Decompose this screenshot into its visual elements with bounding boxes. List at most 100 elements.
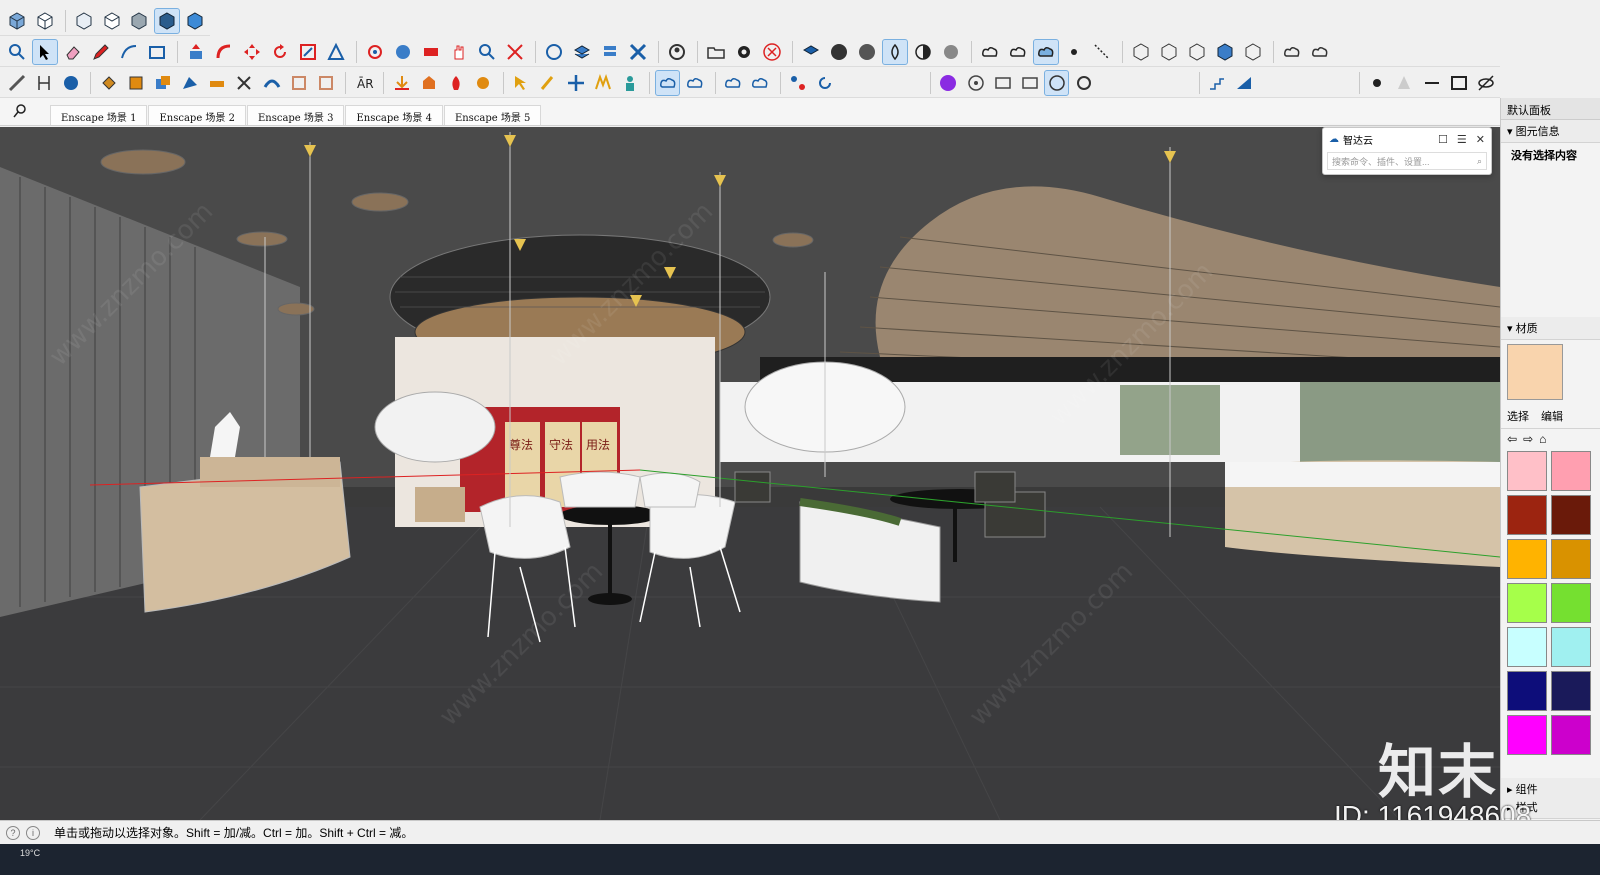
move-icon[interactable] (239, 39, 265, 65)
model-viewport[interactable]: 尊法 守法 用法 www.znzmo.com www.znzmo.com www… (0, 127, 1500, 820)
info-icon[interactable]: i (26, 825, 40, 840)
pencil-icon[interactable] (88, 39, 114, 65)
stack-icon[interactable] (597, 39, 623, 65)
material-swatch[interactable] (1507, 451, 1547, 491)
layers-icon[interactable] (569, 39, 595, 65)
tab-select[interactable]: 选择 (1507, 408, 1529, 424)
dimension-icon[interactable] (31, 70, 56, 96)
molecule-icon[interactable] (786, 70, 811, 96)
scene-tab-5[interactable]: Enscape 场景 5 (443, 105, 542, 125)
tape-measure-icon[interactable] (4, 70, 29, 96)
hex-a-icon[interactable] (1128, 39, 1154, 65)
render-icon[interactable] (1017, 70, 1042, 96)
rotate-icon[interactable] (267, 39, 293, 65)
drop-icon[interactable] (882, 38, 908, 65)
cube-textured-icon[interactable] (154, 7, 181, 34)
close-icon[interactable]: ✕ (1476, 133, 1485, 146)
hatch-icon[interactable] (938, 39, 964, 65)
popup-search-input[interactable]: 搜索命令、插件、设置... ⌕ (1327, 152, 1487, 170)
person-icon[interactable] (617, 70, 642, 96)
cloud-d-icon[interactable] (748, 70, 773, 96)
user-icon[interactable] (664, 39, 690, 65)
axes-icon[interactable] (58, 70, 83, 96)
cube-outline-icon[interactable] (71, 8, 97, 34)
cross-move-icon[interactable] (563, 70, 588, 96)
video-icon[interactable] (990, 70, 1015, 96)
select-icon[interactable] (32, 38, 58, 65)
orbit-icon[interactable] (362, 39, 388, 65)
settings-icon[interactable] (1071, 70, 1096, 96)
seventyfive-icon[interactable] (854, 39, 880, 65)
export-icon[interactable] (416, 70, 441, 96)
eraser-icon[interactable] (60, 39, 86, 65)
fifty-icon[interactable] (826, 39, 852, 65)
timer-icon[interactable] (1044, 69, 1070, 96)
cloud-c-icon[interactable] (721, 70, 746, 96)
component-box-icon[interactable] (123, 70, 148, 96)
hex-d-icon[interactable] (1212, 39, 1238, 65)
cube-shaded-icon[interactable] (126, 8, 152, 34)
curve-a-icon[interactable] (286, 70, 311, 96)
cube-icon[interactable] (4, 8, 30, 34)
target-icon[interactable] (963, 70, 988, 96)
scale-icon[interactable] (295, 39, 321, 65)
flame-icon[interactable] (444, 70, 469, 96)
material-swatch[interactable] (1507, 671, 1547, 711)
back-icon[interactable]: ⇦ (1507, 432, 1517, 446)
window-icon[interactable] (1446, 70, 1471, 96)
cogs-icon[interactable] (471, 70, 496, 96)
mirror-icon[interactable] (590, 70, 615, 96)
line-tool-icon[interactable] (1419, 70, 1444, 96)
folder-icon[interactable] (703, 39, 729, 65)
material-swatch[interactable] (1507, 495, 1547, 535)
scene-tab-1[interactable]: Enscape 场景 1 (50, 105, 148, 125)
current-material-swatch[interactable] (1507, 344, 1563, 400)
cube-hidden-icon[interactable] (99, 8, 125, 34)
warehouse-icon[interactable] (541, 39, 567, 65)
hide-icon[interactable] (1473, 70, 1498, 96)
material-swatch[interactable] (1551, 627, 1591, 667)
cube-monochrome-icon[interactable] (182, 8, 208, 34)
geo-icon[interactable]: ? (6, 825, 20, 840)
material-swatch[interactable] (1551, 583, 1591, 623)
dot-icon[interactable] (1061, 39, 1087, 65)
link-cloud-icon[interactable] (655, 69, 681, 96)
scene-tab-3[interactable]: Enscape 场景 3 (246, 105, 345, 125)
text-icon[interactable]: ĀR (351, 70, 376, 96)
pan-icon[interactable] (390, 39, 416, 65)
material-swatch[interactable] (1507, 627, 1547, 667)
gear-icon[interactable] (731, 39, 757, 65)
search-icon[interactable]: ⌕ (1477, 156, 1482, 167)
cube-wire-icon[interactable] (32, 8, 58, 34)
group-icon[interactable] (151, 70, 176, 96)
dotted-line-icon[interactable] (1089, 39, 1115, 65)
sun-dot-icon[interactable] (1365, 70, 1390, 96)
material-swatch[interactable] (1551, 495, 1591, 535)
import-icon[interactable] (389, 70, 414, 96)
offset-icon[interactable] (323, 39, 349, 65)
home-icon[interactable]: ⌂ (1539, 432, 1546, 446)
menu-icon[interactable]: ☰ (1457, 133, 1467, 146)
ramp-icon[interactable] (1232, 70, 1257, 96)
hex-c-icon[interactable] (1184, 39, 1210, 65)
close-icon[interactable] (759, 39, 785, 65)
material-swatch[interactable] (1551, 671, 1591, 711)
contrast-icon[interactable] (910, 39, 936, 65)
curve-b-icon[interactable] (313, 70, 338, 96)
paint-bucket-icon[interactable] (96, 70, 121, 96)
scene-tab-4[interactable]: Enscape 场景 4 (345, 105, 443, 125)
material-swatch[interactable] (1551, 451, 1591, 491)
cloud-sync-icon[interactable] (977, 39, 1003, 65)
cloud-hand-icon[interactable] (1033, 38, 1059, 65)
zoom-window-icon[interactable] (474, 39, 500, 65)
rectangle-icon[interactable] (144, 39, 170, 65)
forward-icon[interactable]: ⇨ (1523, 432, 1533, 446)
material-swatch[interactable] (1507, 715, 1547, 755)
arrow-select-icon[interactable] (509, 70, 534, 96)
zoom-extents-icon[interactable] (502, 39, 528, 65)
stairs-icon[interactable] (1205, 70, 1230, 96)
material-swatch[interactable] (1507, 583, 1547, 623)
zoom-icon[interactable] (4, 39, 30, 65)
cut-icon[interactable] (232, 70, 257, 96)
maximize-icon[interactable]: ☐ (1438, 133, 1448, 146)
